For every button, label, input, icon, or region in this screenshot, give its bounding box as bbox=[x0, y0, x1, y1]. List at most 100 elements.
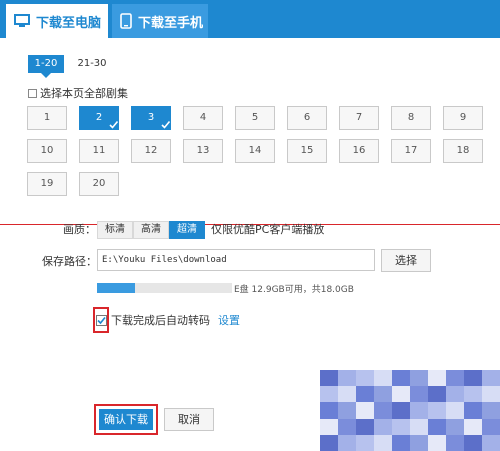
auto-convert-option: 下载完成后自动转码 设置 bbox=[93, 307, 240, 333]
episode-button[interactable]: 19 bbox=[27, 172, 67, 196]
mosaic-cell bbox=[356, 418, 374, 435]
mosaic-cell bbox=[464, 434, 482, 451]
mosaic-cell bbox=[392, 418, 410, 435]
range-tab-1-20[interactable]: 1-20 bbox=[28, 55, 64, 73]
quality-selector: 标清 高清 超清 bbox=[97, 221, 205, 239]
mosaic-cell bbox=[320, 386, 338, 403]
mosaic-cell bbox=[428, 370, 446, 387]
episode-button[interactable]: 12 bbox=[131, 139, 171, 163]
checkmark-icon bbox=[96, 316, 106, 324]
mosaic-cell bbox=[338, 402, 356, 419]
mosaic-cell bbox=[392, 386, 410, 403]
tab-label: 下载至电脑 bbox=[36, 15, 102, 31]
mosaic-cell bbox=[446, 418, 464, 435]
auto-convert-label: 下载完成后自动转码 bbox=[111, 314, 210, 327]
episode-button[interactable]: 6 bbox=[287, 106, 327, 130]
mosaic-cell bbox=[428, 386, 446, 403]
mosaic-cell bbox=[356, 402, 374, 419]
tab-download-to-phone[interactable]: 下载至手机 bbox=[112, 4, 208, 38]
tab-download-to-pc[interactable]: 下载至电脑 bbox=[6, 4, 108, 38]
episode-button[interactable]: 5 bbox=[235, 106, 275, 130]
mosaic-cell bbox=[446, 402, 464, 419]
mosaic-cell bbox=[428, 418, 446, 435]
mosaic-cell bbox=[374, 402, 392, 419]
episode-button[interactable]: 11 bbox=[79, 139, 119, 163]
episode-button[interactable]: 9 bbox=[443, 106, 483, 130]
episode-button[interactable]: 17 bbox=[391, 139, 431, 163]
selected-check-icon bbox=[161, 120, 171, 129]
phone-icon bbox=[120, 13, 132, 29]
mosaic-cell bbox=[356, 370, 374, 387]
pixelated-watermark bbox=[320, 370, 500, 451]
mosaic-cell bbox=[446, 370, 464, 387]
mosaic-cell bbox=[482, 402, 500, 419]
episode-button[interactable]: 4 bbox=[183, 106, 223, 130]
mosaic-cell bbox=[464, 386, 482, 403]
mosaic-cell bbox=[392, 402, 410, 419]
title-bar: 下载至电脑 下载至手机 bbox=[0, 0, 500, 38]
range-tab-21-30[interactable]: 21-30 bbox=[74, 55, 110, 73]
mosaic-cell bbox=[410, 402, 428, 419]
settings-link[interactable]: 设置 bbox=[218, 312, 240, 328]
confirm-download-button[interactable]: 确认下载 bbox=[99, 409, 153, 430]
episode-button[interactable]: 7 bbox=[339, 106, 379, 130]
range-tab-pointer bbox=[41, 73, 51, 78]
disk-usage-text: E盘 12.9GB可用，共18.0GB bbox=[234, 285, 354, 295]
mosaic-cell bbox=[374, 434, 392, 451]
mosaic-cell bbox=[392, 434, 410, 451]
mosaic-cell bbox=[320, 370, 338, 387]
mosaic-cell bbox=[482, 370, 500, 387]
checkbox-box[interactable] bbox=[28, 88, 37, 98]
mosaic-cell bbox=[320, 418, 338, 435]
episode-button[interactable]: 14 bbox=[235, 139, 275, 163]
mosaic-cell bbox=[482, 386, 500, 403]
save-path-label: 保存路径： bbox=[42, 255, 97, 268]
mosaic-cell bbox=[410, 386, 428, 403]
save-path-input[interactable]: E:\Youku Files\download bbox=[97, 249, 375, 271]
episode-button[interactable]: 15 bbox=[287, 139, 327, 163]
mosaic-cell bbox=[392, 370, 410, 387]
tab-label: 下载至手机 bbox=[138, 15, 204, 31]
episode-button[interactable]: 2 bbox=[79, 106, 119, 130]
mosaic-cell bbox=[320, 434, 338, 451]
mosaic-cell bbox=[338, 370, 356, 387]
quality-label: 画质： bbox=[63, 223, 96, 236]
mosaic-cell bbox=[374, 418, 392, 435]
mosaic-cell bbox=[410, 370, 428, 387]
episode-button[interactable]: 13 bbox=[183, 139, 223, 163]
disk-usage-fill bbox=[97, 283, 135, 293]
mosaic-cell bbox=[338, 386, 356, 403]
episode-button[interactable]: 16 bbox=[339, 139, 379, 163]
episode-button[interactable]: 3 bbox=[131, 106, 171, 130]
mosaic-cell bbox=[320, 402, 338, 419]
browse-button[interactable]: 选择 bbox=[381, 249, 431, 272]
episode-button[interactable]: 1 bbox=[27, 106, 67, 130]
cancel-button[interactable]: 取消 bbox=[164, 408, 214, 431]
auto-convert-checkbox[interactable] bbox=[95, 314, 107, 326]
mosaic-cell bbox=[410, 434, 428, 451]
select-all-checkbox[interactable]: 选择本页全部剧集 bbox=[28, 85, 128, 101]
quality-option-sd[interactable]: 标清 bbox=[97, 221, 133, 239]
episode-button[interactable]: 10 bbox=[27, 139, 67, 163]
mosaic-cell bbox=[464, 418, 482, 435]
mosaic-cell bbox=[374, 386, 392, 403]
mosaic-cell bbox=[338, 418, 356, 435]
quality-option-superhd[interactable]: 超清 bbox=[169, 221, 205, 239]
quality-note: 仅限优酷PC客户端播放 bbox=[211, 223, 325, 236]
mosaic-cell bbox=[482, 434, 500, 451]
mosaic-cell bbox=[356, 386, 374, 403]
quality-option-hd[interactable]: 高清 bbox=[133, 221, 169, 239]
episode-button[interactable]: 20 bbox=[79, 172, 119, 196]
select-all-label: 选择本页全部剧集 bbox=[40, 87, 128, 100]
episode-button[interactable]: 8 bbox=[391, 106, 431, 130]
mosaic-cell bbox=[446, 386, 464, 403]
episode-button[interactable]: 18 bbox=[443, 139, 483, 163]
mosaic-cell bbox=[374, 370, 392, 387]
mosaic-cell bbox=[356, 434, 374, 451]
mosaic-cell bbox=[446, 434, 464, 451]
disk-usage-bar bbox=[97, 283, 232, 293]
mosaic-cell bbox=[428, 434, 446, 451]
mosaic-cell bbox=[482, 418, 500, 435]
highlight-box bbox=[93, 307, 109, 333]
mosaic-cell bbox=[338, 434, 356, 451]
